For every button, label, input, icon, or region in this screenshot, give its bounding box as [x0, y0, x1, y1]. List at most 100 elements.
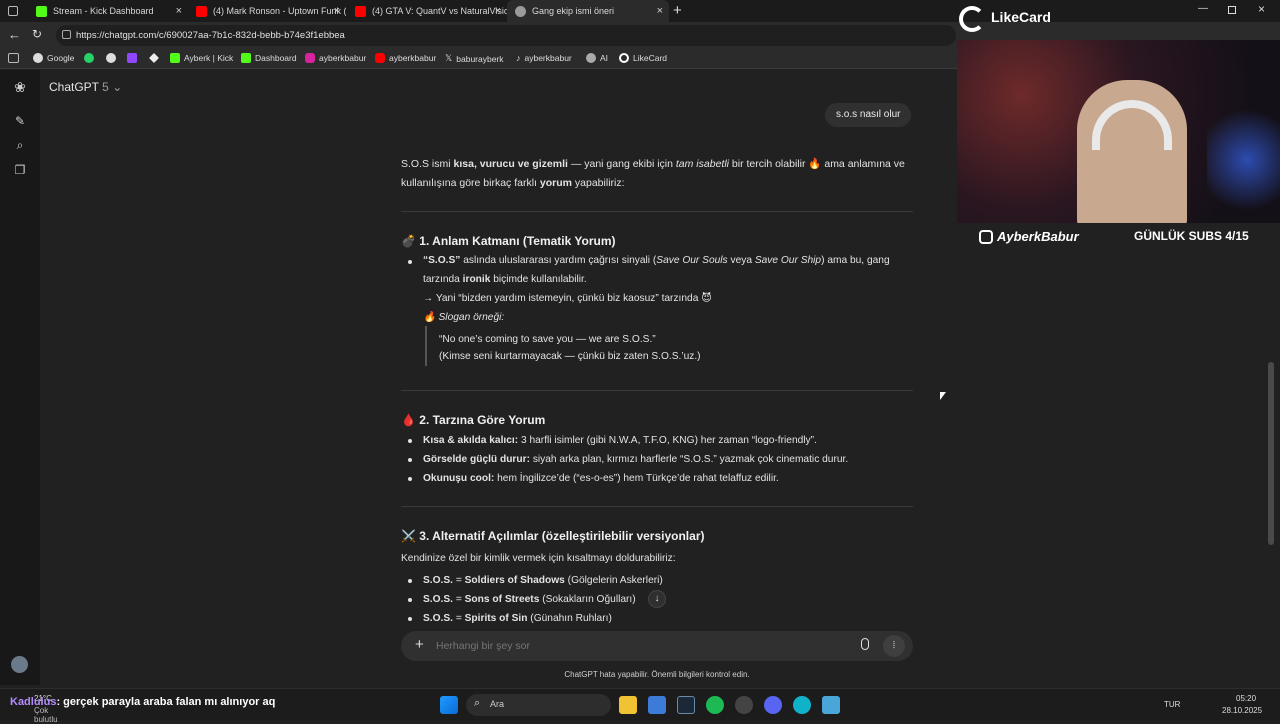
- clock-date[interactable]: 28.10.2025: [1222, 706, 1262, 715]
- section-2-item-2: Görselde güçlü durur: siyah arka plan, k…: [423, 454, 849, 465]
- slogan-label: 🔥 Slogan örneği:: [423, 312, 505, 323]
- chatgpt-icon: [586, 53, 596, 63]
- intro-line-2: kullanılışına göre birkaç farklı yorum y…: [401, 177, 625, 189]
- bookmark-twitch[interactable]: [127, 53, 137, 63]
- minimize-button[interactable]: —: [1198, 3, 1208, 14]
- discord-icon[interactable]: [764, 696, 782, 714]
- bullet: [408, 477, 412, 481]
- photos-icon[interactable]: [648, 696, 666, 714]
- microphone-icon[interactable]: [861, 638, 869, 650]
- tab-youtube-gta[interactable]: (4) GTA V: QuantV vs NaturalVisio ×: [347, 0, 507, 22]
- instagram-icon: [305, 53, 315, 63]
- webcam-caption: AyberkBabur GÜNLÜK SUBS 4/15: [973, 226, 1273, 248]
- language-indicator[interactable]: TUR: [1164, 700, 1180, 709]
- scrollbar[interactable]: [1268, 362, 1274, 545]
- close-tab-icon[interactable]: ×: [176, 5, 182, 17]
- youtube-icon: [196, 5, 207, 17]
- youtube-icon: [375, 53, 385, 63]
- subs-goal: GÜNLÜK SUBS 4/15: [1134, 229, 1249, 243]
- prompt-input[interactable]: [436, 638, 816, 654]
- tab-kick-dashboard[interactable]: Stream - Kick Dashboard ×: [28, 0, 188, 22]
- bullet: [408, 458, 412, 462]
- browser-tab-strip: Stream - Kick Dashboard × (4) Mark Ronson…: [0, 0, 1280, 22]
- instagram-icon: [979, 230, 993, 244]
- section-1-heading: 💣 1. Anlam Katmanı (Tematik Yorum): [401, 234, 616, 248]
- address-bar[interactable]: https://chatgpt.com/c/690027aa-7b1c-832d…: [56, 25, 956, 46]
- section-2-heading: 🩸 2. Tarzına Göre Yorum: [401, 413, 546, 427]
- bookmark-instagram[interactable]: ayberkbabur: [305, 53, 366, 63]
- openai-logo-icon[interactable]: ❀: [12, 79, 28, 95]
- close-tab-icon[interactable]: ×: [657, 5, 663, 17]
- bookmark-dashboard[interactable]: Dashboard: [241, 53, 297, 63]
- likecard-wordmark: LikeCard: [991, 9, 1051, 25]
- edge-icon[interactable]: [793, 696, 811, 714]
- divider: [401, 506, 913, 507]
- bookmark-tiktok[interactable]: ♪ ayberkbabur: [516, 53, 572, 63]
- bookmark-ai[interactable]: AI: [586, 53, 608, 63]
- bookmark-diamond[interactable]: [149, 53, 159, 63]
- notepad-icon[interactable]: [822, 696, 840, 714]
- likecard-logo-mark: [959, 6, 985, 32]
- plus-icon[interactable]: +: [415, 636, 424, 653]
- start-button[interactable]: [440, 696, 458, 714]
- webcam-feed: [957, 40, 1280, 223]
- whatsapp-icon: [84, 53, 94, 63]
- tab-youtube-uptown-funk[interactable]: (4) Mark Ronson - Uptown Funk (×: [188, 0, 346, 22]
- section-2-item-1: Kısa & akılda kalıcı: 3 harfli isimler (…: [423, 435, 817, 446]
- section-3-item-2: S.O.S. = Sons of Streets (Sokakların Oğu…: [423, 594, 636, 605]
- steam-icon[interactable]: [677, 696, 695, 714]
- bullet: [408, 439, 412, 443]
- maximize-button[interactable]: [1228, 6, 1236, 14]
- bullet: [408, 260, 412, 264]
- bookmark-x[interactable]: 𝕏baburayberk: [445, 53, 504, 64]
- close-window-button[interactable]: ×: [1258, 2, 1265, 16]
- close-tab-icon[interactable]: ×: [334, 5, 340, 17]
- new-chat-icon[interactable]: ✎: [12, 113, 28, 129]
- bookmark-google-2[interactable]: [106, 53, 116, 63]
- bookmark-whatsapp[interactable]: [84, 53, 94, 63]
- site-info-icon[interactable]: [62, 30, 71, 39]
- chatgpt-sidebar-rail: ❀ ✎ ⌕ ❐: [0, 70, 40, 685]
- close-tab-icon[interactable]: ×: [495, 5, 501, 17]
- bookmark-ayberk-kick[interactable]: Ayberk | Kick: [170, 53, 233, 63]
- back-arrow-icon[interactable]: ←: [8, 27, 21, 42]
- kick-icon: [241, 53, 251, 63]
- window-menu-icon[interactable]: [8, 6, 18, 16]
- library-icon[interactable]: ❐: [12, 162, 28, 178]
- instagram-handle: AyberkBabur: [997, 229, 1079, 244]
- bullet: [408, 617, 412, 621]
- spotify-icon[interactable]: [706, 696, 724, 714]
- chat-overlay: Kadlulus: gerçek parayla araba falan mı …: [10, 696, 275, 708]
- avatar[interactable]: [11, 656, 28, 673]
- message-composer[interactable]: + ⦙: [401, 631, 913, 661]
- obs-icon[interactable]: [735, 696, 753, 714]
- section-3-heading: ⚔️ 3. Alternatif Açılımlar (özelleştiril…: [401, 529, 705, 543]
- bookmarks-folder-icon[interactable]: [8, 53, 19, 63]
- new-tab-button[interactable]: +: [673, 2, 682, 19]
- model-selector[interactable]: ChatGPT 5 ⌄: [49, 80, 122, 94]
- taskbar-search[interactable]: ⌕ Ara: [466, 694, 611, 716]
- tab-chatgpt-active[interactable]: Gang ekip ismi öneri ×: [507, 0, 669, 22]
- google-icon: [33, 53, 43, 63]
- google-icon: [106, 53, 116, 63]
- section-1-line-1: “S.O.S” aslında uluslararası yardım çağr…: [423, 255, 890, 266]
- likecard-icon: [619, 53, 629, 63]
- voice-mode-button[interactable]: ⦙: [883, 635, 905, 657]
- bookmark-likecard[interactable]: LikeCard: [619, 53, 667, 63]
- chevron-down-icon: ⌄: [112, 80, 123, 94]
- bookmark-youtube[interactable]: ayberkbabur: [375, 53, 436, 63]
- user-message-bubble: s.o.s nasıl olur: [825, 103, 912, 127]
- search-icon[interactable]: ⌕: [12, 137, 28, 153]
- webcam-blue-light: [1207, 100, 1280, 220]
- slogan-quote-1: “No one’s coming to save you — we are S.…: [439, 334, 656, 345]
- section-2-item-3: Okunuşu cool: hem İngilizce’de (“es-o-es…: [423, 473, 779, 484]
- likecard-logo: LikeCard: [959, 4, 1079, 34]
- reload-icon[interactable]: ↻: [32, 27, 42, 41]
- weather-desc: Çok bulutlu: [34, 706, 58, 724]
- file-explorer-icon[interactable]: [619, 696, 637, 714]
- bookmark-google[interactable]: Google: [33, 53, 74, 63]
- scroll-to-bottom-button[interactable]: ↓: [648, 590, 666, 608]
- kick-icon: [170, 53, 180, 63]
- chatgpt-icon: [515, 5, 526, 17]
- clock-time[interactable]: 05:20: [1236, 694, 1256, 703]
